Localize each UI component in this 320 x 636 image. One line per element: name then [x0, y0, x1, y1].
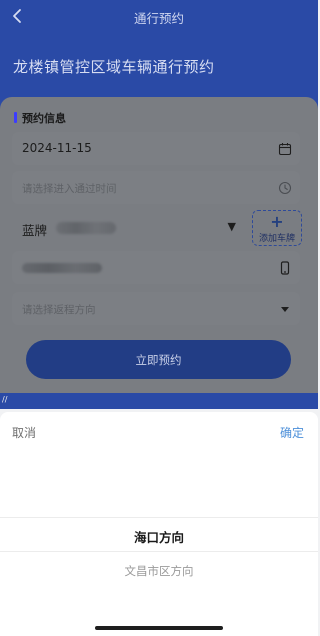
direction-field[interactable]: 请选择返程方向 — [12, 292, 300, 325]
picker-option-selected[interactable]: 海口方向 — [0, 527, 318, 546]
submit-button[interactable]: 立即预约 — [26, 340, 291, 379]
date-field[interactable]: 2024-11-15 — [12, 132, 300, 165]
cancel-button[interactable]: 取消 — [12, 424, 36, 441]
add-plate-label: 添加车牌 — [258, 234, 295, 244]
picker-option[interactable]: 文昌市区方向 — [0, 563, 318, 579]
blue-strip — [0, 393, 318, 409]
plate-type: 蓝牌 — [22, 223, 48, 238]
plate-select[interactable]: 蓝牌 ▼ — [12, 212, 244, 244]
add-plate-button[interactable]: + 添加车牌 — [252, 210, 302, 246]
direction-picker-sheet: 取消 确定 海口方向 文昌市区方向 — [0, 412, 318, 636]
page-title: 龙楼镇管控区域车辆通行预约 — [13, 58, 215, 76]
picker-divider-top — [0, 517, 318, 518]
direction-placeholder: 请选择返程方向 — [22, 304, 96, 316]
calendar-icon — [278, 141, 292, 156]
submit-label: 立即预约 — [135, 353, 182, 367]
confirm-button[interactable]: 确定 — [280, 424, 304, 441]
nav-title: 通行预约 — [133, 11, 184, 26]
caret-down-icon: ▼ — [227, 220, 236, 233]
section-title: 预约信息 — [14, 110, 66, 126]
plate-number-redacted — [56, 222, 116, 234]
plus-icon: + — [270, 212, 284, 231]
header: 通行预约 龙楼镇管控区域车辆通行预约 — [0, 0, 318, 110]
picker-divider-bottom — [0, 551, 318, 552]
caret-down-icon — [278, 301, 292, 315]
phone-icon — [278, 260, 292, 275]
phone-number-redacted — [22, 263, 102, 273]
home-indicator — [95, 626, 223, 630]
date-value: 2024-11-15 — [22, 141, 92, 155]
clock-icon — [278, 180, 292, 195]
screen: 通行预约 龙楼镇管控区域车辆通行预约 预约信息 2024-11-15 请选择进入… — [0, 0, 318, 636]
time-placeholder: 请选择进入通过时间 — [22, 183, 117, 195]
time-field[interactable]: 请选择进入通过时间 — [12, 171, 300, 204]
phone-field[interactable] — [12, 251, 300, 284]
mini-text: // — [2, 395, 8, 404]
